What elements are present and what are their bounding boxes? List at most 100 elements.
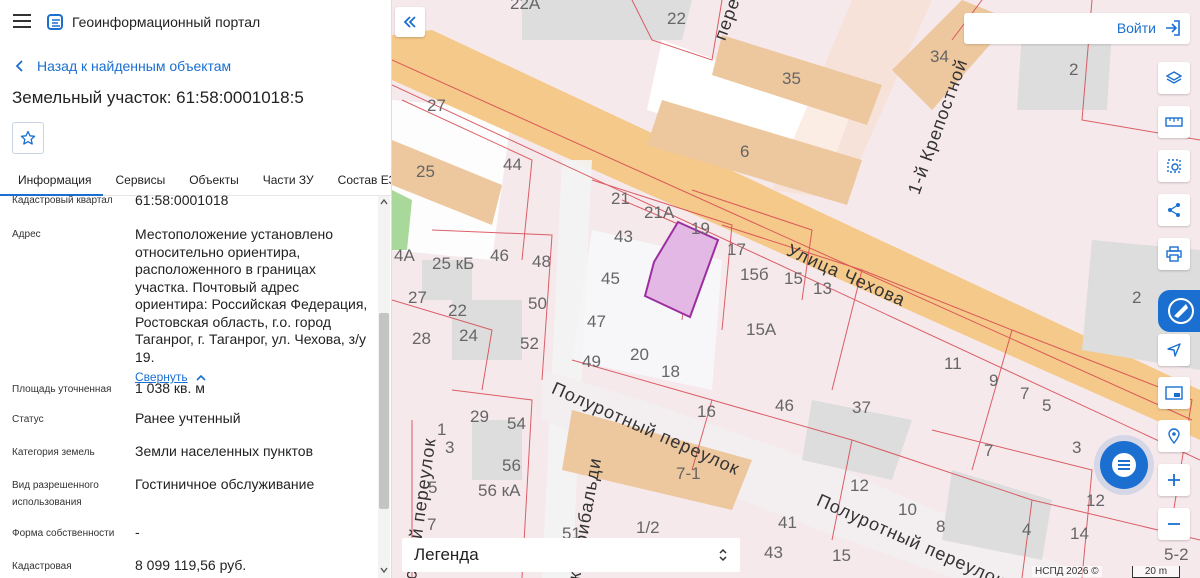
quarter-label: Кадастровый квартал [12, 195, 113, 206]
area-select-icon [1167, 159, 1181, 173]
share-button[interactable] [1158, 194, 1190, 226]
house-number: 17 [727, 240, 746, 259]
scrollbar-thumb[interactable] [379, 313, 389, 509]
house-number: 1/2 [636, 518, 660, 537]
house-number: 29 [470, 407, 489, 426]
back-link-label: Назад к найденным объектам [37, 58, 232, 74]
house-number: 11 [944, 354, 962, 373]
house-number: 44 [503, 155, 522, 174]
house-number: 22А [510, 0, 541, 13]
house-number: 41 [778, 513, 797, 532]
house-number: 35 [782, 69, 801, 88]
house-number: 3 [1072, 438, 1082, 457]
house-number: 10 [898, 500, 917, 519]
quarter-value: 61:58:0001018 [135, 192, 229, 208]
app-root: Геоинформационный портал Назад к найденн… [0, 0, 1200, 578]
favorite-button[interactable] [12, 122, 44, 154]
login-bar: Войти [964, 13, 1190, 44]
house-number: 34 [930, 47, 949, 66]
house-number: 14 [1070, 524, 1089, 543]
house-number: 21 [611, 189, 630, 208]
layers-icon [1166, 71, 1182, 84]
navigation-arrow-icon [1167, 343, 1181, 357]
house-number: 4 [1022, 520, 1032, 539]
house-number: 2 [1132, 288, 1142, 307]
chat-button[interactable] [1100, 441, 1148, 489]
house-number: 5-2 [1164, 545, 1189, 564]
house-number: 15 [832, 546, 851, 565]
house-number: 27 [408, 288, 427, 307]
house-number: 18 [661, 362, 680, 381]
zoom-out-button[interactable] [1158, 508, 1190, 540]
area-select-button[interactable] [1158, 150, 1190, 182]
location-pin-icon [1168, 428, 1180, 444]
map-view[interactable]: Улица Чехова Полуротный переулок Полурот… [392, 0, 1200, 578]
status-label: Статус [12, 414, 44, 425]
house-number: 12 [850, 476, 869, 495]
share-icon [1168, 203, 1180, 217]
house-number: 27 [427, 96, 446, 115]
house-number: 12 [1086, 491, 1105, 510]
ruler-button[interactable] [1158, 106, 1190, 138]
collapse-panel-button[interactable] [395, 7, 425, 37]
legend-toggle[interactable]: Легенда [402, 538, 740, 572]
house-number: 16 [697, 402, 716, 421]
nspd-logo-icon [1168, 298, 1194, 324]
panel-scrollbar[interactable] [378, 196, 390, 578]
house-number: 54 [507, 414, 526, 433]
house-number: 52 [520, 334, 539, 353]
cadastral-cost-value: 8 099 119,56 руб. [135, 557, 247, 573]
house-number: 22 [667, 9, 686, 28]
house-number: 47 [587, 312, 606, 331]
login-label: Войти [1116, 20, 1156, 36]
house-number: 19 [691, 219, 710, 238]
address-value: Местоположение установлено относительно … [135, 226, 368, 365]
back-to-results-link[interactable]: Назад к найденным объектам [13, 56, 231, 76]
app-title: Геоинформационный портал [72, 14, 261, 30]
ruler-icon [1165, 117, 1183, 127]
panel-header: Геоинформационный портал [0, 0, 391, 44]
house-number: 46 [490, 246, 509, 265]
house-number: 37 [852, 398, 871, 417]
house-number: 20 [630, 345, 649, 364]
house-number: 15А [746, 320, 777, 339]
address-label: Адрес [12, 229, 41, 240]
zoom-in-button[interactable] [1158, 464, 1190, 496]
house-number: 15 [784, 269, 803, 288]
geolocation-button[interactable] [1158, 420, 1190, 452]
house-number: 28 [412, 329, 431, 348]
portal-logo-icon [47, 14, 63, 30]
minus-icon [1168, 523, 1180, 525]
print-button[interactable] [1158, 238, 1190, 270]
ownership-label: Форма собственности [12, 528, 115, 539]
chat-icon [1112, 453, 1136, 477]
house-number: 5 [1042, 396, 1052, 415]
login-icon [1166, 20, 1180, 36]
minimap-button[interactable] [1158, 377, 1190, 409]
cadastral-cost-label: Кадастровая [12, 561, 72, 572]
house-number: 13 [813, 279, 832, 298]
category-label: Категория земель [12, 447, 95, 458]
login-button[interactable]: Войти [1117, 19, 1182, 37]
house-number: 7 [984, 441, 994, 460]
area-value: 1 038 кв. м [135, 380, 205, 396]
scroll-down-icon[interactable] [380, 566, 388, 574]
house-number: 56 кА [478, 481, 521, 500]
expand-collapse-icon [719, 548, 727, 562]
star-icon [20, 130, 36, 145]
house-number: 8 [936, 517, 946, 536]
nspd-assistant-button[interactable] [1158, 290, 1200, 332]
info-content: Кадастровый квартал 61:58:0001018 Адрес … [0, 192, 378, 578]
house-number: 49 [582, 352, 601, 371]
legend-label: Легенда [414, 545, 479, 564]
house-number: 5 [428, 478, 438, 497]
scroll-up-icon[interactable] [380, 198, 388, 206]
layers-button[interactable] [1158, 62, 1190, 94]
house-number: 22 [448, 301, 467, 320]
picture-in-picture-icon [1165, 386, 1183, 400]
usage-value: Гостиничное обслуживание [135, 476, 315, 492]
house-number: 46 [775, 396, 794, 415]
locate-button[interactable] [1158, 334, 1190, 366]
house-number: 1 [437, 420, 447, 439]
menu-icon[interactable] [13, 14, 31, 28]
